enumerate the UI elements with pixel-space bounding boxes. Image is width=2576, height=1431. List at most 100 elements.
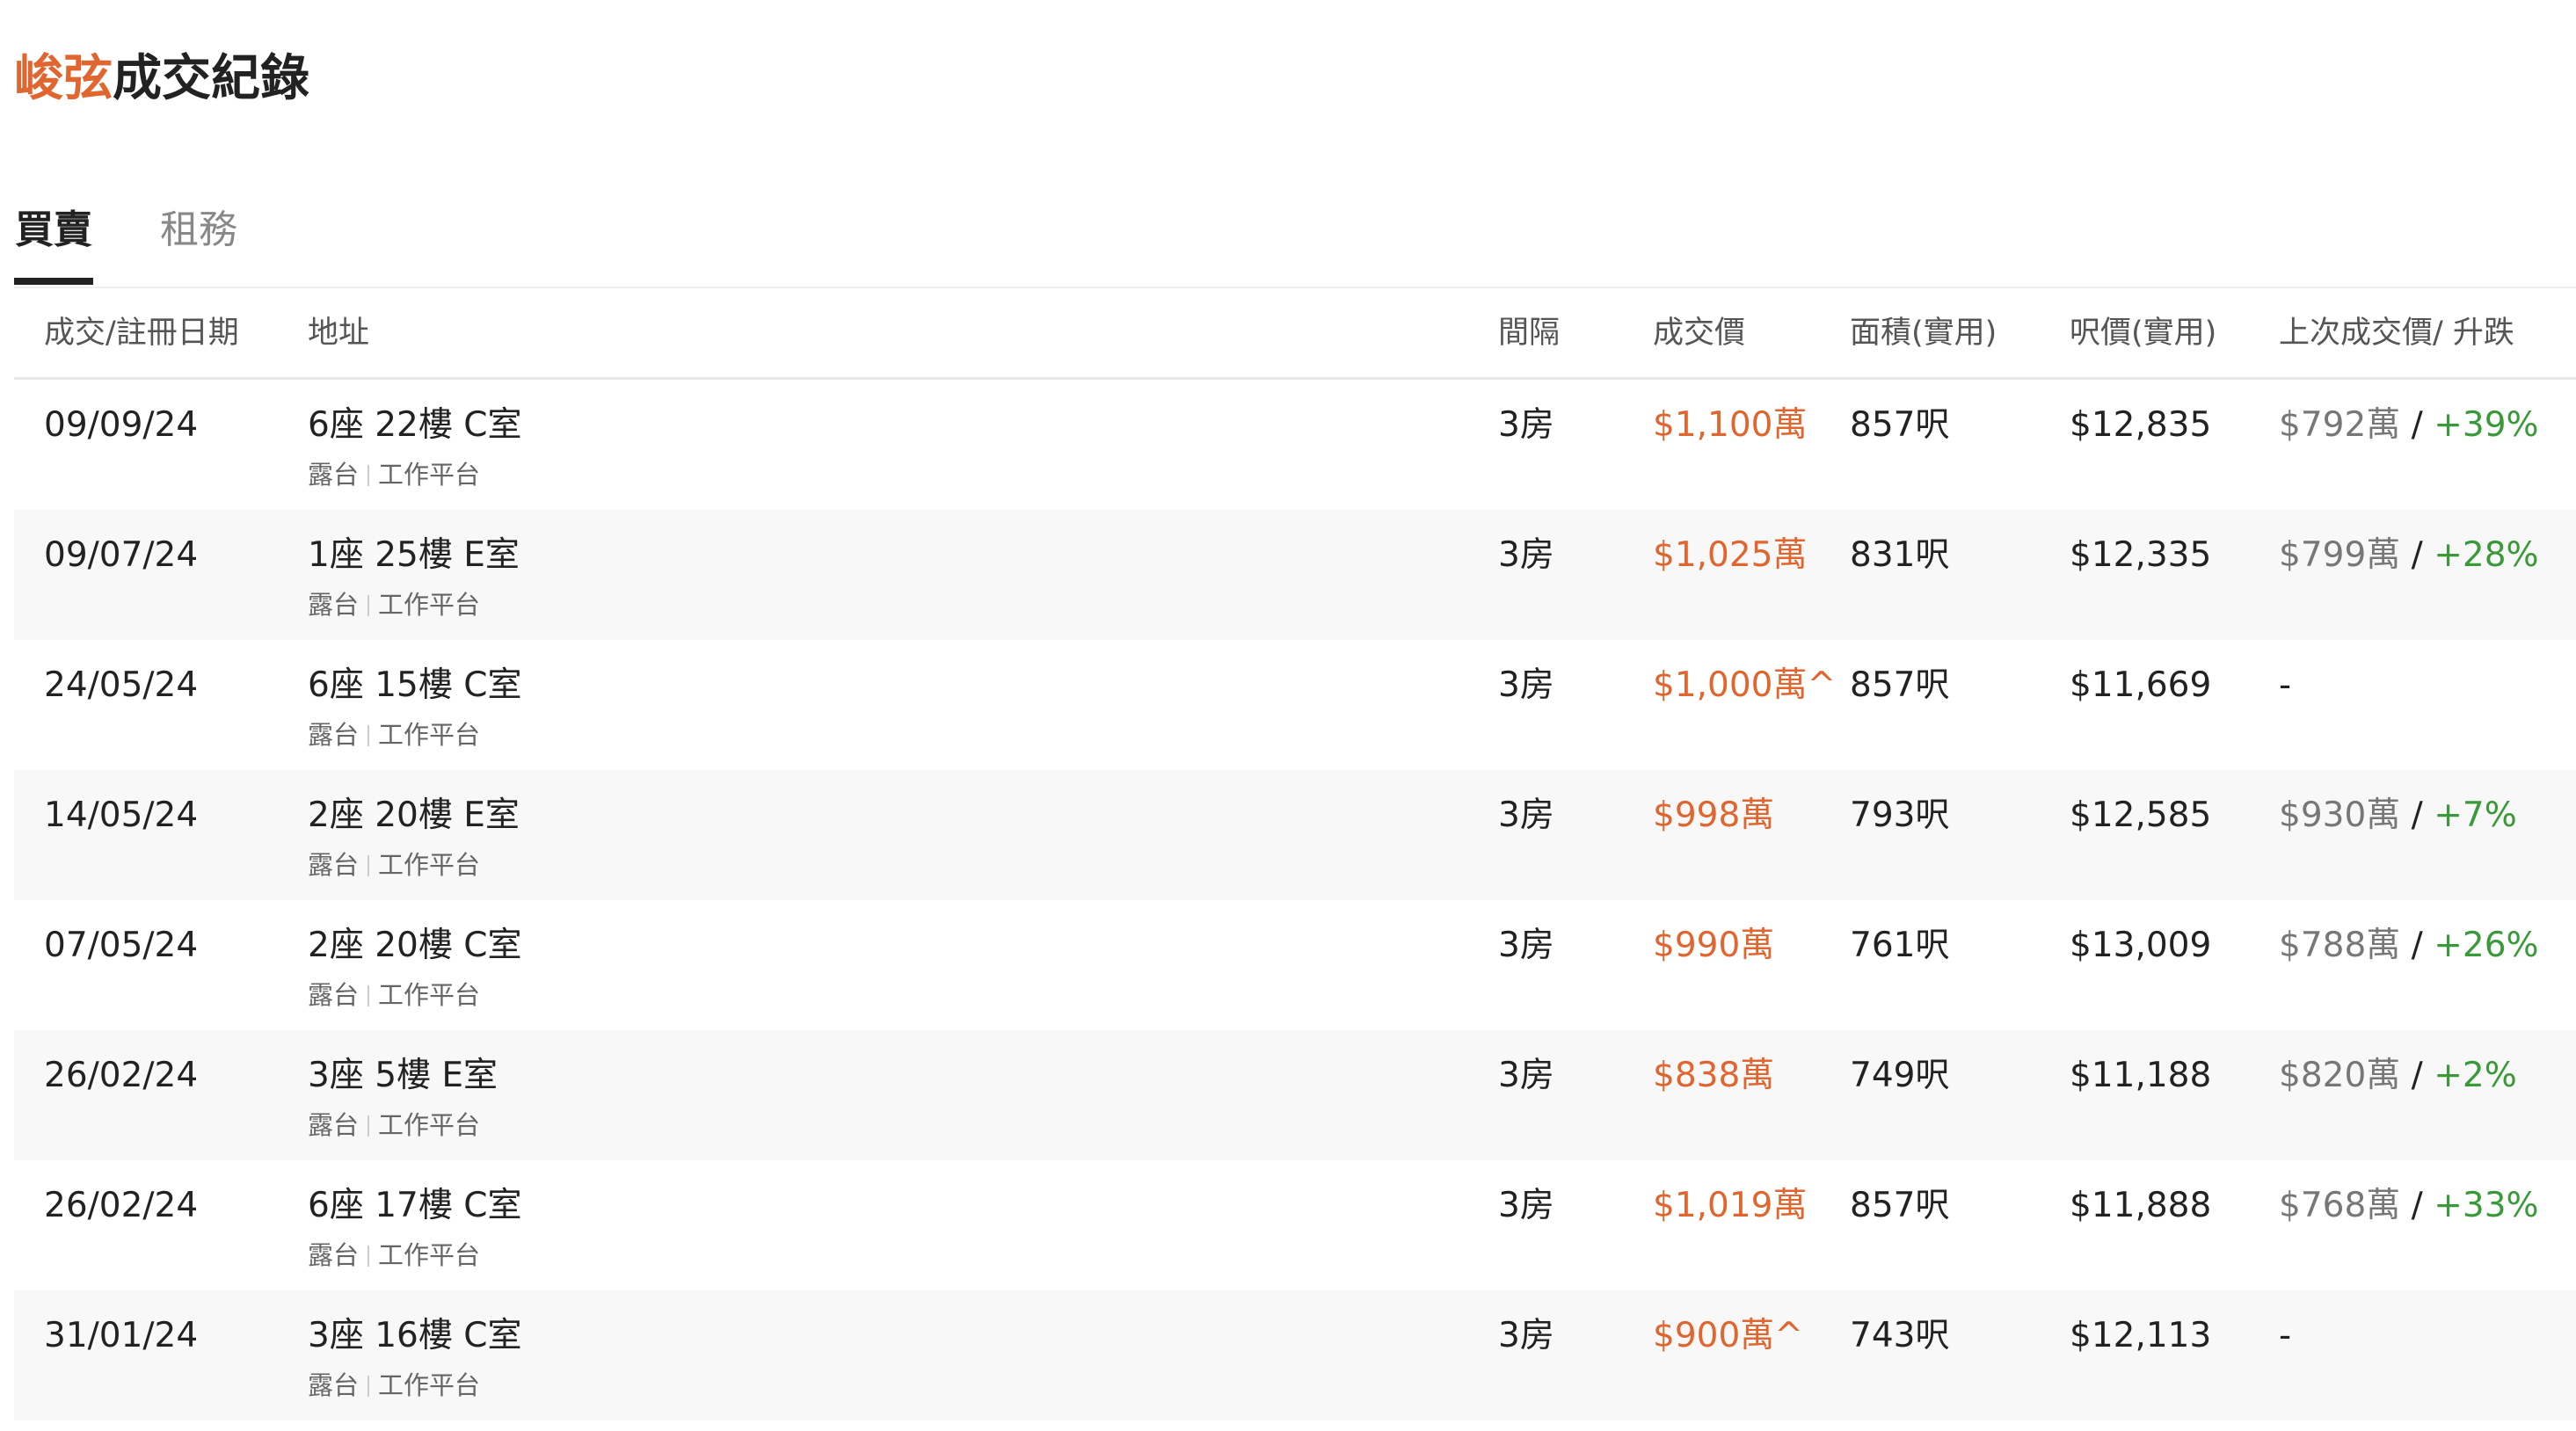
previous-price-change: $792萬 / +39% (2279, 403, 2539, 448)
unit-address[interactable]: 6座 17樓 C室 (308, 1183, 521, 1229)
price-per-sqft: $13,009 (2070, 926, 2212, 965)
table-row[interactable]: 09/07/24 1座 25樓 E室 露台 工作平台 3房 $1,025萬 831呎 $12,… (14, 510, 2576, 640)
table-row[interactable]: 26/02/24 6座 17樓 C室 露台 工作平台 3房 $1,019萬 857呎 $11,… (14, 1160, 2576, 1290)
unit-address[interactable]: 2座 20樓 C室 (308, 923, 521, 969)
transaction-price: $1,025萬 (1653, 535, 1808, 575)
table-row[interactable]: 07/05/24 2座 20樓 C室 露台 工作平台 3房 $990萬 761呎 $13,00… (14, 900, 2576, 1030)
feature-tag: 露台 (308, 590, 360, 620)
separator: / (2400, 405, 2434, 445)
price-change-percent: +28% (2434, 535, 2539, 575)
table-row[interactable]: 24/05/24 6座 15樓 C室 露台 工作平台 3房 $1,000萬^ 857呎 $11… (14, 640, 2576, 770)
tab-rental[interactable]: 租務 (155, 193, 243, 285)
room-count: 3房 (1498, 1056, 1554, 1095)
saleable-area: 857呎 (1850, 405, 1950, 445)
room-count: 3房 (1498, 665, 1554, 705)
tag-divider (367, 1115, 370, 1137)
transaction-price: $838萬 (1653, 1056, 1775, 1095)
header-address: 地址 (308, 316, 370, 351)
separator: / (2400, 1056, 2434, 1095)
previous-price-change: $930萬 / +7% (2279, 793, 2517, 839)
previous-price: $930萬 (2279, 795, 2401, 835)
previous-price-change: $788萬 / +26% (2279, 923, 2539, 969)
unit-address[interactable]: 3座 16樓 C室 (308, 1313, 521, 1359)
unit-address[interactable]: 3座 5樓 E室 (308, 1053, 498, 1099)
room-count: 3房 (1498, 405, 1554, 445)
room-count: 3房 (1498, 795, 1554, 835)
previous-price-change: $768萬 / +33% (2279, 1183, 2539, 1229)
unit-address[interactable]: 6座 15樓 C室 (308, 663, 521, 708)
unit-address[interactable]: 1座 25樓 E室 (308, 533, 520, 578)
price-per-sqft: $12,113 (2070, 1316, 2212, 1355)
saleable-area: 761呎 (1850, 926, 1950, 965)
transaction-price: $1,000萬^ (1653, 665, 1837, 705)
price-change-percent: +26% (2434, 926, 2539, 965)
tag-divider (367, 595, 370, 616)
price-per-sqft: $12,335 (2070, 535, 2212, 575)
room-count: 3房 (1498, 1186, 1554, 1225)
header-area: 面積(實用) (1850, 316, 1997, 351)
price-change-percent: +39% (2434, 405, 2539, 445)
table-header: 成交/註冊日期 地址 間隔 成交價 面積(實用) 呎價(實用) 上次成交價/ 升… (14, 288, 2576, 380)
feature-tag: 工作平台 (378, 980, 481, 1010)
transaction-date: 24/05/24 (44, 665, 199, 705)
transaction-date: 07/05/24 (44, 926, 199, 965)
unit-address[interactable]: 6座 22樓 C室 (308, 403, 521, 448)
separator: / (2400, 926, 2434, 965)
transaction-table: 成交/註冊日期 地址 間隔 成交價 面積(實用) 呎價(實用) 上次成交價/ 升… (14, 288, 2576, 1420)
transaction-date: 14/05/24 (44, 795, 199, 835)
transaction-price: $990萬 (1653, 926, 1775, 965)
transaction-type-tabs: 買賣 租務 (14, 193, 2576, 290)
room-count: 3房 (1498, 926, 1554, 965)
unit-features: 露台 工作平台 (308, 717, 480, 752)
unit-features: 露台 工作平台 (308, 1108, 480, 1143)
feature-tag: 工作平台 (378, 590, 481, 620)
tag-divider (367, 465, 370, 486)
page-title-suffix: 成交紀錄 (113, 50, 309, 107)
tag-divider (367, 725, 370, 746)
previous-price-change: $820萬 / +2% (2279, 1053, 2517, 1099)
tag-divider (367, 855, 370, 876)
separator: / (2400, 795, 2434, 835)
header-date: 成交/註冊日期 (44, 316, 239, 351)
transaction-date: 31/01/24 (44, 1316, 199, 1355)
feature-tag: 露台 (308, 720, 360, 750)
price-change-percent: +2% (2434, 1056, 2517, 1095)
feature-tag: 露台 (308, 1110, 360, 1140)
header-price: 成交價 (1653, 316, 1746, 351)
table-body: 09/09/24 6座 22樓 C室 露台 工作平台 3房 $1,100萬 857呎 $12,… (14, 380, 2576, 1420)
previous-price: $788萬 (2279, 926, 2401, 965)
unit-features: 露台 工作平台 (308, 1368, 480, 1403)
unit-features: 露台 工作平台 (308, 1238, 480, 1273)
table-row[interactable]: 31/01/24 3座 16樓 C室 露台 工作平台 3房 $900萬^ 743呎 $12,1… (14, 1290, 2576, 1420)
tag-divider (367, 1246, 370, 1267)
transaction-date: 26/02/24 (44, 1186, 199, 1225)
estate-name[interactable]: 峻弦 (14, 50, 113, 107)
saleable-area: 743呎 (1850, 1316, 1950, 1355)
saleable-area: 857呎 (1850, 1186, 1950, 1225)
transaction-price: $900萬^ (1653, 1316, 1803, 1355)
feature-tag: 工作平台 (378, 460, 481, 490)
separator: / (2400, 1186, 2434, 1225)
tag-divider (367, 1376, 370, 1397)
transaction-price: $998萬 (1653, 795, 1775, 835)
unit-address[interactable]: 2座 20樓 E室 (308, 793, 520, 839)
header-rooms: 間隔 (1498, 316, 1561, 351)
previous-price: $792萬 (2279, 405, 2401, 445)
feature-tag: 工作平台 (378, 1240, 481, 1270)
table-row[interactable]: 09/09/24 6座 22樓 C室 露台 工作平台 3房 $1,100萬 857呎 $12,… (14, 380, 2576, 510)
transaction-price: $1,019萬 (1653, 1186, 1808, 1225)
table-row[interactable]: 14/05/24 2座 20樓 E室 露台 工作平台 3房 $998萬 793呎 $12,58… (14, 770, 2576, 900)
price-per-sqft: $12,585 (2070, 795, 2212, 835)
feature-tag: 工作平台 (378, 720, 481, 750)
saleable-area: 857呎 (1850, 665, 1950, 705)
tab-sale[interactable]: 買賣 (14, 193, 93, 285)
saleable-area: 749呎 (1850, 1056, 1950, 1095)
feature-tag: 工作平台 (378, 1370, 481, 1400)
feature-tag: 露台 (308, 460, 360, 490)
table-row[interactable]: 26/02/24 3座 5樓 E室 露台 工作平台 3房 $838萬 749呎 $11,188… (14, 1030, 2576, 1160)
no-previous-record: - (2279, 665, 2292, 705)
price-change-percent: +7% (2434, 795, 2517, 835)
header-sqft-price: 呎價(實用) (2070, 316, 2217, 351)
transaction-price: $1,100萬 (1653, 405, 1808, 445)
header-previous-price: 上次成交價/ 升跌 (2279, 316, 2514, 351)
